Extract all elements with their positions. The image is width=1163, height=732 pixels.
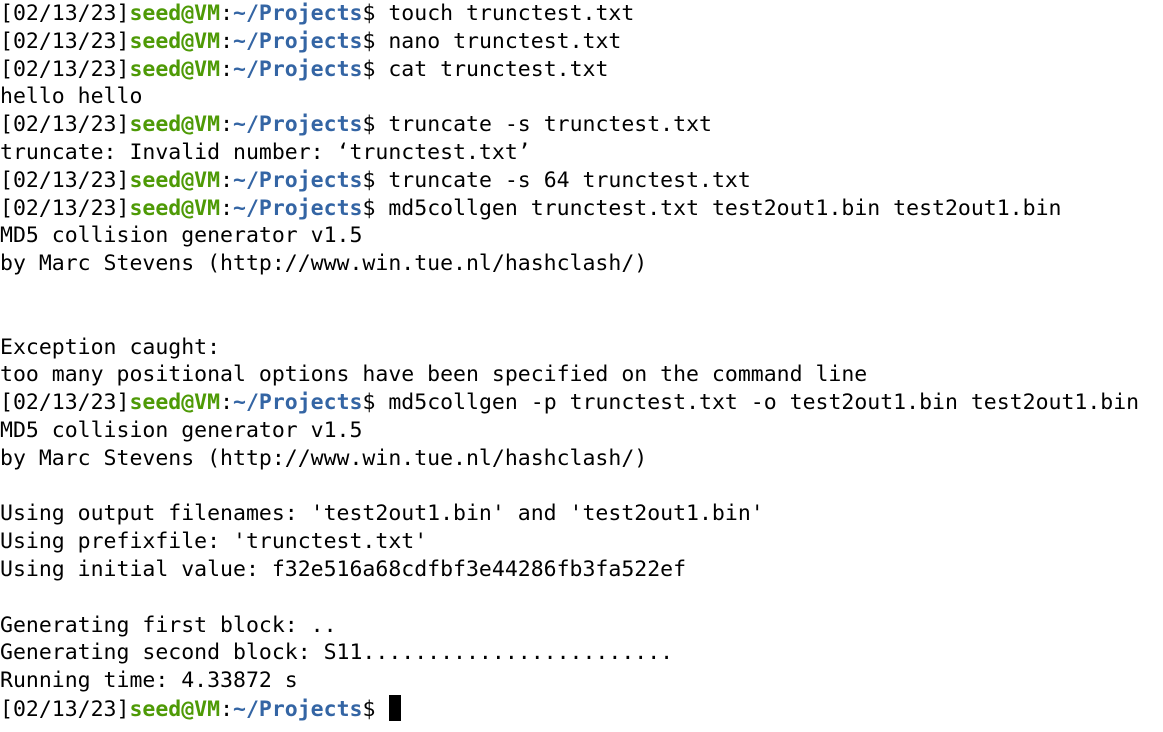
command-line: [02/13/23]seed@VM:~/Projects$ truncate -…: [0, 111, 1163, 139]
prompt-dollar: $: [362, 56, 389, 82]
output-line: hello hello: [0, 83, 1163, 111]
output-line: Using output filenames: 'test2out1.bin' …: [0, 500, 1163, 528]
output-text: Exception caught:: [0, 334, 221, 360]
prompt-path: ~/Projects: [233, 390, 363, 416]
command-line: [02/13/23]seed@VM:~/Projects$ md5collgen…: [0, 195, 1163, 223]
prompt-date: [02/13/23]: [0, 28, 130, 54]
prompt-user: seed@VM: [129, 112, 221, 138]
command-text: md5collgen trunctest.txt test2out1.bin t…: [388, 195, 1062, 221]
command-line: [02/13/23]seed@VM:~/Projects$ nano trunc…: [0, 28, 1163, 56]
prompt-user: seed@VM: [129, 167, 221, 193]
prompt-dollar: $: [362, 696, 389, 722]
active-prompt-line: [02/13/23]seed@VM:~/Projects$: [0, 694, 1163, 723]
prompt-dollar: $: [362, 28, 389, 54]
prompt-user: seed@VM: [129, 390, 221, 416]
output-text: Using prefixfile: 'trunctest.txt': [0, 529, 428, 555]
command-line: [02/13/23]seed@VM:~/Projects$ touch trun…: [0, 0, 1163, 28]
output-line: Running time: 4.33872 s: [0, 667, 1163, 695]
output-line: truncate: Invalid number: ‘trunctest.txt…: [0, 139, 1163, 167]
prompt-path: ~/Projects: [233, 28, 363, 54]
prompt-user: seed@VM: [129, 28, 221, 54]
command-line: [02/13/23]seed@VM:~/Projects$ cat trunct…: [0, 56, 1163, 84]
output-text: Generating second block: S11............…: [0, 640, 674, 666]
prompt-colon: :: [220, 112, 234, 138]
terminal-window[interactable]: [02/13/23]seed@VM:~/Projects$ touch trun…: [0, 0, 1163, 732]
command-text: nano trunctest.txt: [388, 28, 622, 54]
prompt-colon: :: [220, 167, 234, 193]
output-text: Running time: 4.33872 s: [0, 668, 298, 694]
output-line: MD5 collision generator v1.5: [0, 222, 1163, 250]
prompt-path: ~/Projects: [233, 112, 363, 138]
command-text: touch trunctest.txt: [388, 1, 635, 26]
block-cursor-icon: [389, 694, 402, 721]
prompt-dollar: $: [362, 112, 389, 138]
output-line: Using prefixfile: 'trunctest.txt': [0, 528, 1163, 556]
prompt-colon: :: [220, 195, 234, 221]
output-line: by Marc Stevens (http://www.win.tue.nl/h…: [0, 250, 1163, 278]
output-text: MD5 collision generator v1.5: [0, 223, 363, 249]
prompt-colon: :: [220, 696, 234, 722]
command-line: [02/13/23]seed@VM:~/Projects$ md5collgen…: [0, 389, 1163, 417]
output-text: by Marc Stevens (http://www.win.tue.nl/h…: [0, 445, 648, 471]
output-line: Using initial value: f32e516a68cdfbf3e44…: [0, 556, 1163, 584]
prompt-date: [02/13/23]: [0, 195, 130, 221]
output-line: Generating second block: S11............…: [0, 639, 1163, 667]
prompt-colon: :: [220, 28, 234, 54]
output-line: Generating first block: ..: [0, 612, 1163, 640]
prompt-date: [02/13/23]: [0, 390, 130, 416]
prompt-date: [02/13/23]: [0, 167, 130, 193]
prompt-date: [02/13/23]: [0, 696, 130, 722]
output-text: MD5 collision generator v1.5: [0, 417, 363, 443]
command-text: md5collgen -p trunctest.txt -o test2out1…: [388, 390, 1140, 416]
prompt-date: [02/13/23]: [0, 56, 130, 82]
prompt-path: ~/Projects: [233, 167, 363, 193]
command-text: truncate -s 64 trunctest.txt: [388, 167, 751, 193]
prompt-date: [02/13/23]: [0, 112, 130, 138]
prompt-path: ~/Projects: [233, 696, 363, 722]
output-text: Using output filenames: 'test2out1.bin' …: [0, 501, 764, 527]
command-text: cat trunctest.txt: [388, 56, 609, 82]
output-text: truncate: Invalid number: ‘trunctest.txt…: [0, 139, 531, 165]
prompt-path: ~/Projects: [233, 1, 363, 26]
prompt-dollar: $: [362, 1, 389, 26]
prompt-dollar: $: [362, 390, 389, 416]
output-line: too many positional options have been sp…: [0, 361, 1163, 389]
command-text: truncate -s trunctest.txt: [388, 112, 712, 138]
command-line: [02/13/23]seed@VM:~/Projects$ truncate -…: [0, 167, 1163, 195]
output-text: hello hello: [0, 84, 143, 110]
prompt-user: seed@VM: [129, 696, 221, 722]
output-text: by Marc Stevens (http://www.win.tue.nl/h…: [0, 251, 648, 277]
prompt-colon: :: [220, 390, 234, 416]
output-line: Exception caught:: [0, 334, 1163, 362]
output-text: Using initial value: f32e516a68cdfbf3e44…: [0, 556, 687, 582]
prompt-path: ~/Projects: [233, 195, 363, 221]
output-text: too many positional options have been sp…: [0, 362, 868, 388]
prompt-colon: :: [220, 56, 234, 82]
prompt-date: [02/13/23]: [0, 1, 130, 26]
output-line: MD5 collision generator v1.5: [0, 417, 1163, 445]
prompt-colon: :: [220, 1, 234, 26]
prompt-user: seed@VM: [129, 56, 221, 82]
output-text: Generating first block: ..: [0, 612, 337, 638]
prompt-user: seed@VM: [129, 195, 221, 221]
prompt-user: seed@VM: [129, 1, 221, 26]
prompt-dollar: $: [362, 167, 389, 193]
output-line: by Marc Stevens (http://www.win.tue.nl/h…: [0, 445, 1163, 473]
prompt-path: ~/Projects: [233, 56, 363, 82]
prompt-dollar: $: [362, 195, 389, 221]
